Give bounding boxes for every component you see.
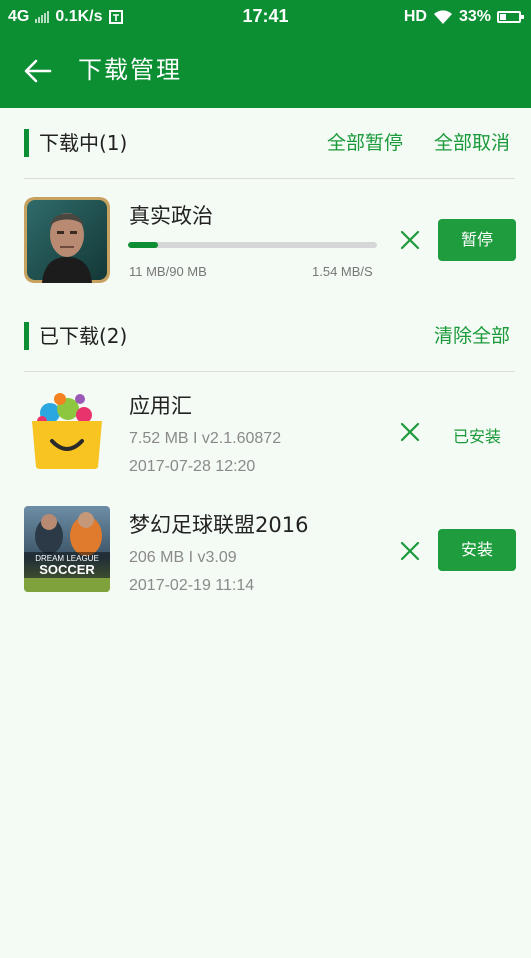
- app-bar: 下载管理: [0, 33, 531, 108]
- app-name: 梦幻足球联盟2016: [129, 513, 309, 537]
- divider: [24, 371, 515, 372]
- app-name: 应用汇: [129, 394, 192, 418]
- cancel-all-button[interactable]: 全部取消: [434, 121, 510, 165]
- back-arrow-icon[interactable]: [22, 55, 54, 87]
- download-progress-bar: [128, 242, 377, 248]
- yingyonghui-bag-icon: [24, 387, 110, 473]
- battery-icon: [497, 10, 524, 23]
- delete-item-icon[interactable]: [399, 540, 421, 562]
- icon-text: SOCCER: [39, 562, 95, 577]
- app-info: 206 MB I v3.09: [129, 549, 237, 566]
- page-title: 下载管理: [78, 56, 182, 84]
- status-bar: 4G 0.1K/s 17:41 HD 33%: [0, 0, 531, 33]
- section-marker: [24, 129, 29, 157]
- app-info: 7.52 MB I v2.1.60872: [129, 430, 282, 447]
- app-date: 2017-07-28 12:20: [129, 458, 256, 475]
- battery-percent: 33%: [458, 7, 491, 25]
- pause-button[interactable]: 暂停: [438, 219, 516, 261]
- divider: [24, 178, 515, 179]
- status-right: HD 33%: [403, 0, 524, 33]
- install-button[interactable]: 安装: [438, 529, 516, 571]
- download-progress-fill: [128, 242, 158, 248]
- downloading-section-header: 下载中(1) 全部暂停 全部取消: [0, 121, 531, 165]
- app-name: 真实政治: [129, 204, 213, 228]
- downloading-title: 下载中(1): [39, 131, 128, 155]
- hd-indicator: HD: [403, 7, 427, 25]
- downloaded-section-header: 已下载(2) 清除全部: [0, 314, 531, 358]
- download-size: 11 MB/90 MB: [129, 264, 207, 279]
- app-date: 2017-02-19 11:14: [129, 577, 255, 594]
- section-marker: [24, 322, 29, 350]
- cancel-download-icon[interactable]: [399, 229, 421, 251]
- download-speed: 1.54 MB/S: [312, 264, 373, 279]
- politician-face-icon: [24, 197, 110, 283]
- delete-item-icon[interactable]: [399, 421, 421, 443]
- downloaded-title: 已下载(2): [39, 324, 128, 348]
- installed-status: 已安装: [453, 427, 502, 446]
- pause-all-button[interactable]: 全部暂停: [327, 121, 403, 165]
- clear-all-button[interactable]: 清除全部: [434, 314, 510, 358]
- dream-league-soccer-icon: DREAM LEAGUE SOCCER: [24, 506, 110, 592]
- wifi-icon: [433, 9, 452, 24]
